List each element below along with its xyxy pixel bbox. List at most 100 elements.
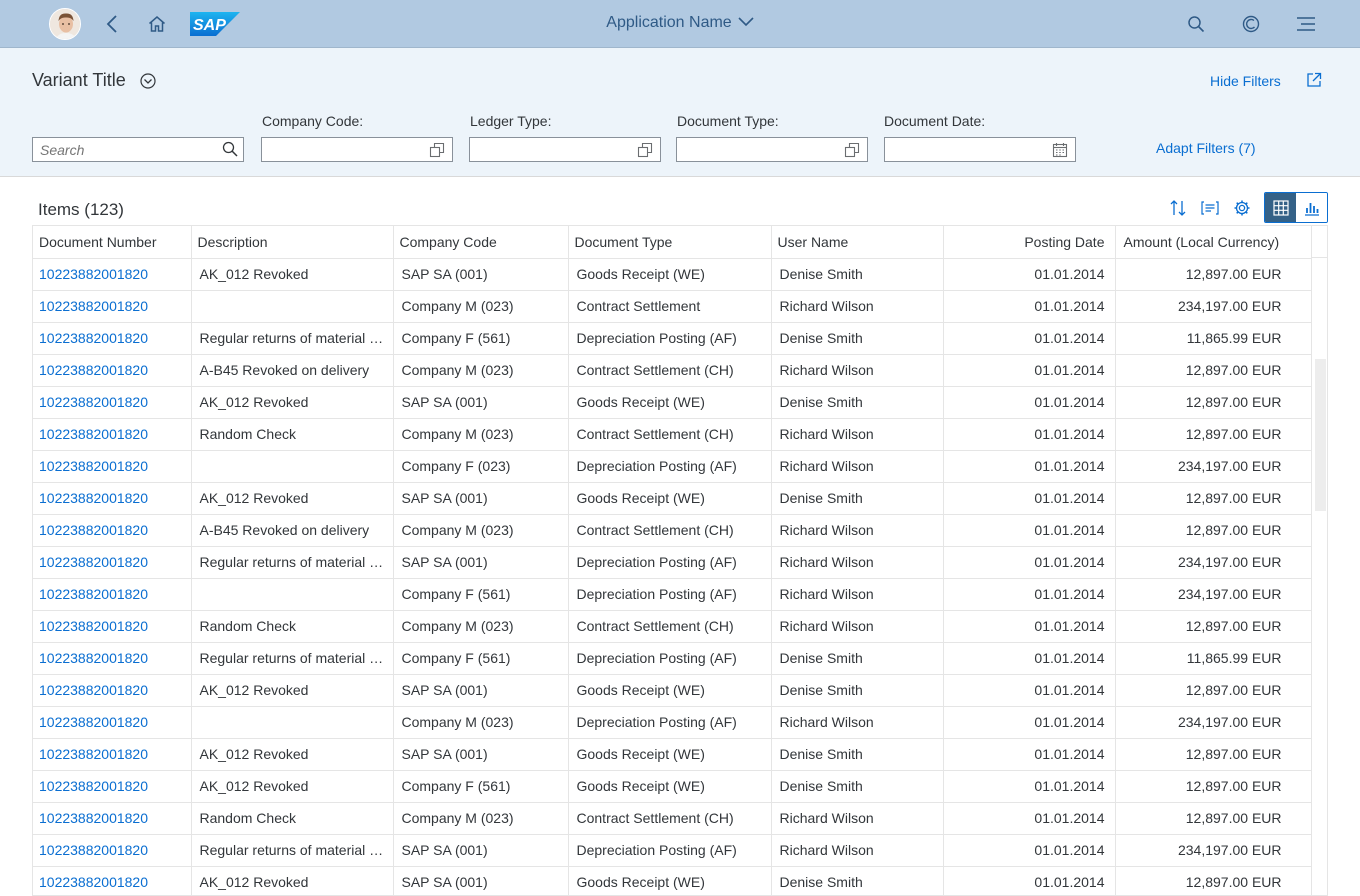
table-row[interactable]: 10223882001820 AK_012 Revoked SAP SA (001)…	[33, 866, 1312, 895]
document-number-link[interactable]: 10223882001820	[39, 522, 148, 538]
amount-cell: 12,897.00 EUR	[1115, 610, 1312, 643]
variant-chevron-icon[interactable]	[139, 72, 157, 90]
table-row[interactable]: 10223882001820 AK_012 Revoked SAP SA (001)…	[33, 674, 1312, 707]
document-number-link[interactable]: 10223882001820	[39, 810, 148, 826]
home-icon[interactable]	[145, 12, 169, 36]
document-number-cell: 10223882001820	[33, 258, 192, 291]
document-number-link[interactable]: 10223882001820	[39, 330, 148, 346]
company-code-label: Company Code:	[262, 113, 364, 129]
description-cell: AK_012 Revoked	[191, 386, 394, 419]
table-row[interactable]: 10223882001820 Company F (023) Depreciatio…	[33, 450, 1312, 483]
company-code-field[interactable]	[261, 137, 453, 162]
column-header-description[interactable]: Description	[191, 226, 394, 259]
column-header-company-code[interactable]: Company Code	[393, 226, 569, 259]
group-icon[interactable]	[1194, 192, 1226, 224]
table-row[interactable]: 10223882001820 AK_012 Revoked SAP SA (001)…	[33, 258, 1312, 291]
amount-cell: 12,897.00 EUR	[1115, 418, 1312, 451]
document-type-cell: Depreciation Posting (AF)	[568, 578, 772, 611]
notifications-icon[interactable]	[1239, 12, 1263, 36]
column-header-amount[interactable]: Amount (Local Currency)	[1115, 226, 1312, 259]
table-row[interactable]: 10223882001820 Random Check Company M (023…	[33, 418, 1312, 451]
hide-filters-button[interactable]: Hide Filters	[1210, 73, 1281, 89]
user-name-cell: Denise Smith	[771, 642, 944, 675]
posting-date-cell: 01.01.2014	[943, 386, 1116, 419]
document-number-link[interactable]: 10223882001820	[39, 842, 148, 858]
sap-logo[interactable]: SAP	[190, 12, 240, 36]
menu-icon[interactable]	[1294, 12, 1318, 36]
column-header-document-type[interactable]: Document Type	[568, 226, 772, 259]
table-row[interactable]: 10223882001820 A-B45 Revoked on delivery C…	[33, 354, 1312, 387]
chart-view-icon[interactable]	[1296, 193, 1327, 222]
document-number-cell: 10223882001820	[33, 514, 192, 547]
calendar-icon[interactable]	[1052, 142, 1068, 163]
posting-date-cell: 01.01.2014	[943, 578, 1116, 611]
document-number-link[interactable]: 10223882001820	[39, 266, 148, 282]
table-row[interactable]: 10223882001820 AK_012 Revoked Company F (5…	[33, 770, 1312, 803]
column-header-posting-date[interactable]: Posting Date	[943, 226, 1116, 259]
settings-icon[interactable]	[1226, 192, 1258, 224]
document-number-link[interactable]: 10223882001820	[39, 746, 148, 762]
vertical-scrollbar[interactable]	[1311, 226, 1327, 895]
document-number-link[interactable]: 10223882001820	[39, 394, 148, 410]
table-row[interactable]: 10223882001820 Regular returns of materia…	[33, 834, 1312, 867]
company-code-cell: SAP SA (001)	[393, 546, 569, 579]
table-row[interactable]: 10223882001820 AK_012 Revoked SAP SA (001)…	[33, 386, 1312, 419]
value-help-icon[interactable]	[637, 142, 653, 163]
table-row[interactable]: 10223882001820 Company F (561) Depreciatio…	[33, 578, 1312, 611]
sort-icon[interactable]	[1162, 192, 1194, 224]
description-cell: A-B45 Revoked on delivery	[191, 514, 394, 547]
table-view-icon[interactable]	[1265, 193, 1296, 222]
table-row[interactable]: 10223882001820 Random Check Company M (023…	[33, 802, 1312, 835]
avatar[interactable]	[49, 8, 81, 40]
table-row[interactable]: 10223882001820 Random Check Company M (023…	[33, 610, 1312, 643]
search-field[interactable]	[32, 137, 244, 162]
document-number-link[interactable]: 10223882001820	[39, 298, 148, 314]
document-number-link[interactable]: 10223882001820	[39, 682, 148, 698]
posting-date-cell: 01.01.2014	[943, 802, 1116, 835]
document-number-link[interactable]: 10223882001820	[39, 618, 148, 634]
scrollbar-thumb[interactable]	[1315, 359, 1326, 511]
document-number-link[interactable]: 10223882001820	[39, 458, 148, 474]
table-row[interactable]: 10223882001820 A-B45 Revoked on delivery C…	[33, 514, 1312, 547]
column-header-document-number[interactable]: Document Number	[33, 226, 192, 259]
search-icon[interactable]	[1184, 12, 1208, 36]
ledger-type-field[interactable]	[469, 137, 661, 162]
document-number-link[interactable]: 10223882001820	[39, 778, 148, 794]
table-row[interactable]: 10223882001820 AK_012 Revoked SAP SA (001)…	[33, 738, 1312, 771]
back-icon[interactable]	[100, 12, 124, 36]
adapt-filters-button[interactable]: Adapt Filters (7)	[1156, 140, 1256, 156]
column-header-user-name[interactable]: User Name	[771, 226, 944, 259]
document-type-field[interactable]	[676, 137, 868, 162]
table-row[interactable]: 10223882001820 Regular returns of materia…	[33, 322, 1312, 355]
document-number-link[interactable]: 10223882001820	[39, 714, 148, 730]
value-help-icon[interactable]	[844, 142, 860, 163]
search-input[interactable]	[33, 138, 213, 161]
app-title-button[interactable]: Application Name	[606, 14, 754, 31]
value-help-icon[interactable]	[429, 142, 445, 163]
document-number-link[interactable]: 10223882001820	[39, 650, 148, 666]
table-row[interactable]: 10223882001820 Regular returns of materia…	[33, 642, 1312, 675]
table-row[interactable]: 10223882001820 AK_012 Revoked SAP SA (001)…	[33, 482, 1312, 515]
share-icon[interactable]	[1306, 72, 1322, 88]
document-number-link[interactable]: 10223882001820	[39, 426, 148, 442]
document-number-cell: 10223882001820	[33, 642, 192, 675]
description-cell: Regular returns of material in stock	[191, 834, 394, 867]
amount-cell: 12,897.00 EUR	[1115, 770, 1312, 803]
amount-cell: 12,897.00 EUR	[1115, 482, 1312, 515]
table-row[interactable]: 10223882001820 Regular returns of materia…	[33, 546, 1312, 579]
app-title-label: Application Name	[606, 14, 732, 31]
document-number-link[interactable]: 10223882001820	[39, 362, 148, 378]
document-type-cell: Goods Receipt (WE)	[568, 674, 772, 707]
search-icon[interactable]	[222, 141, 238, 162]
table-row[interactable]: 10223882001820 Company M (023) Contract Se…	[33, 290, 1312, 323]
document-number-link[interactable]: 10223882001820	[39, 586, 148, 602]
amount-cell: 234,197.00 EUR	[1115, 450, 1312, 483]
document-number-link[interactable]: 10223882001820	[39, 554, 148, 570]
document-number-link[interactable]: 10223882001820	[39, 874, 148, 890]
document-type-cell: Goods Receipt (WE)	[568, 738, 772, 771]
document-number-link[interactable]: 10223882001820	[39, 490, 148, 506]
document-date-field[interactable]	[884, 137, 1076, 162]
company-code-cell: Company M (023)	[393, 706, 569, 739]
table-row[interactable]: 10223882001820 Company M (023) Depreciatio…	[33, 706, 1312, 739]
company-code-cell: Company F (561)	[393, 578, 569, 611]
